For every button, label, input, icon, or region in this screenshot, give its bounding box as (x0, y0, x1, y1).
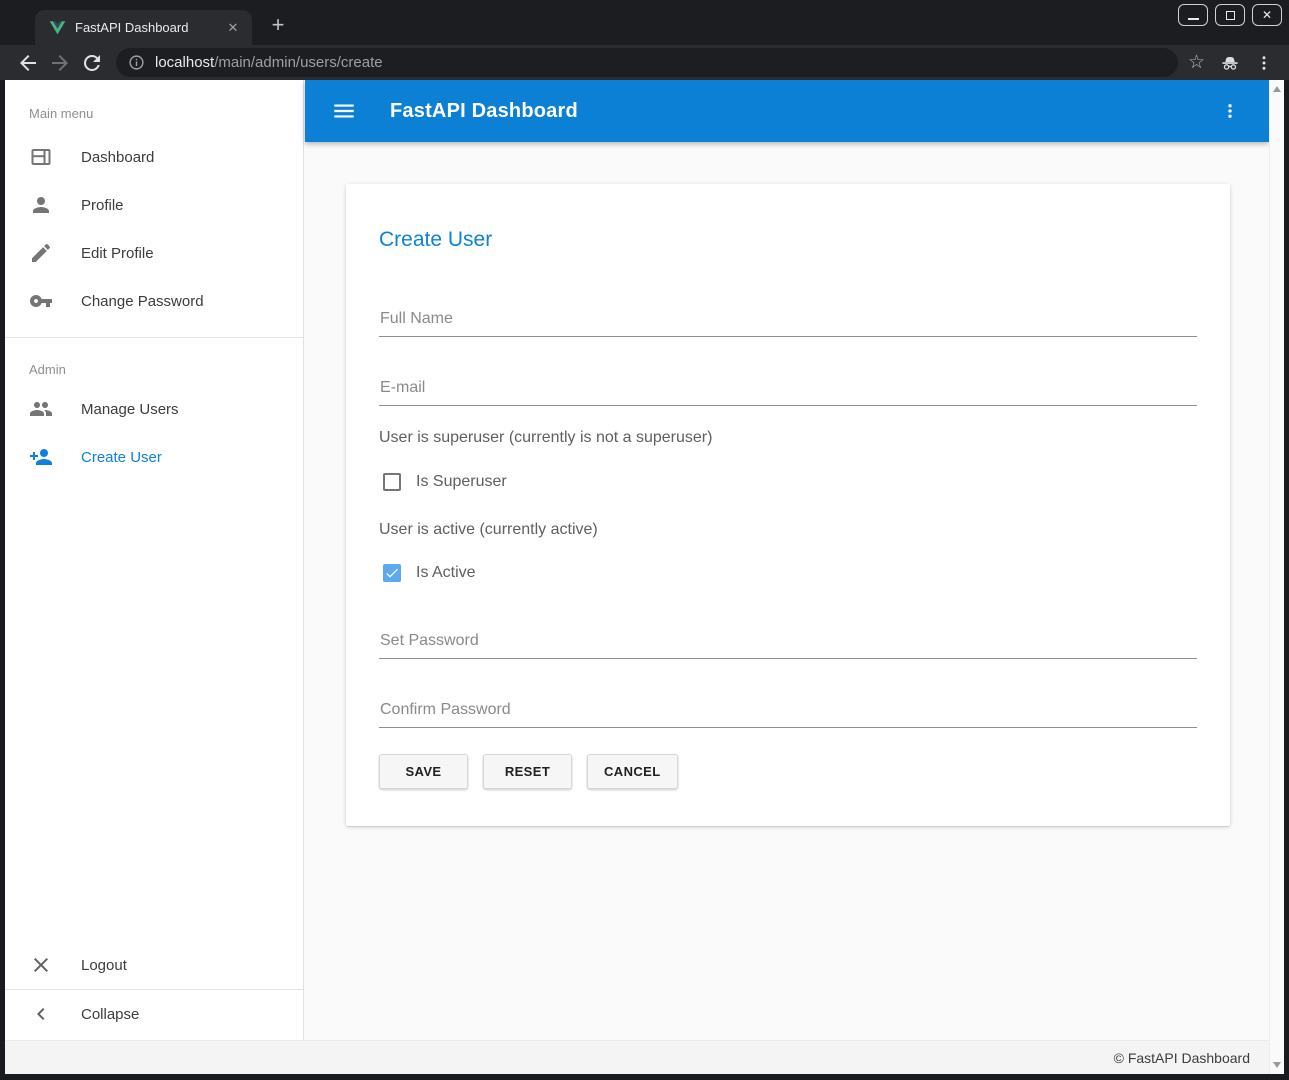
form-actions: SAVE RESET CANCEL (379, 754, 1197, 789)
confirm-password-field-wrap (379, 701, 1197, 728)
card-title: Create User (379, 184, 1197, 252)
sidebar-section-main-menu: Main menu (5, 80, 303, 133)
app-overflow-menu-icon[interactable] (1221, 101, 1239, 121)
key-icon (29, 289, 53, 313)
sidebar-item-label: Manage Users (81, 401, 179, 418)
sidebar-item-label: Edit Profile (81, 245, 154, 262)
window-controls: ✕ (1178, 4, 1282, 26)
person-add-icon (29, 445, 53, 469)
sidebar-section-admin: Admin (5, 338, 303, 385)
scrollbar-down-arrow[interactable] (1273, 1062, 1281, 1068)
cancel-button[interactable]: CANCEL (587, 754, 678, 789)
window-maximize-button[interactable] (1215, 4, 1245, 26)
full-name-field-wrap (379, 310, 1197, 337)
sidebar-item-dashboard[interactable]: Dashboard (5, 133, 303, 181)
incognito-icon (1219, 52, 1241, 74)
url-host: localhost (155, 54, 214, 71)
confirm-password-input[interactable] (379, 701, 1197, 728)
app-title: FastAPI Dashboard (390, 100, 578, 123)
sidebar-item-label: Collapse (81, 1006, 139, 1023)
email-field-wrap (379, 379, 1197, 406)
window-close-button[interactable]: ✕ (1252, 4, 1282, 26)
email-input[interactable] (379, 379, 1197, 406)
url-text: localhost/main/admin/users/create (155, 54, 383, 71)
sidebar-item-manage-users[interactable]: Manage Users (5, 385, 303, 433)
save-button[interactable]: SAVE (379, 754, 468, 789)
toolbar-actions: ☆ (1188, 52, 1273, 74)
hamburger-menu-icon[interactable] (331, 98, 357, 124)
superuser-checkbox[interactable] (383, 473, 401, 491)
tab-close-icon[interactable]: ✕ (224, 19, 242, 37)
sidebar-item-change-password[interactable]: Change Password (5, 277, 303, 325)
browser-window: FastAPI Dashboard ✕ + ✕ localhost/main/a… (0, 0, 1289, 1080)
back-icon[interactable] (16, 51, 40, 75)
sidebar-bottom: Logout Collapse (5, 941, 303, 1038)
url-path: /main/admin/users/create (214, 54, 382, 71)
sidebar: Main menu Dashboard Profile E (5, 80, 304, 1040)
sidebar-item-label: Logout (81, 957, 127, 974)
browser-tab-bar: FastAPI Dashboard ✕ + ✕ (0, 0, 1289, 45)
set-password-field-wrap (379, 632, 1197, 659)
close-icon (29, 953, 53, 977)
set-password-input[interactable] (379, 632, 1197, 659)
active-checkbox[interactable] (383, 564, 401, 582)
reload-icon[interactable] (80, 51, 104, 75)
full-name-input[interactable] (379, 310, 1197, 337)
dashboard-icon (29, 145, 53, 169)
tab-title: FastAPI Dashboard (75, 20, 224, 35)
sidebar-item-label: Change Password (81, 293, 204, 310)
sidebar-item-logout[interactable]: Logout (5, 941, 303, 989)
person-icon (29, 193, 53, 217)
bookmark-star-icon[interactable]: ☆ (1188, 53, 1205, 72)
pencil-icon (29, 241, 53, 265)
sidebar-item-label: Dashboard (81, 149, 154, 166)
new-tab-button[interactable]: + (264, 12, 292, 40)
superuser-checkbox-label: Is Superuser (416, 473, 507, 491)
browser-tab[interactable]: FastAPI Dashboard ✕ (35, 10, 252, 45)
sidebar-item-label: Create User (81, 449, 162, 466)
sidebar-item-collapse[interactable]: Collapse (5, 990, 303, 1038)
address-bar[interactable]: localhost/main/admin/users/create (116, 48, 1178, 77)
page-footer: © FastAPI Dashboard (5, 1040, 1284, 1074)
scrollbar[interactable] (1269, 80, 1284, 1074)
sidebar-item-profile[interactable]: Profile (5, 181, 303, 229)
window-minimize-button[interactable] (1178, 4, 1208, 26)
active-hint: User is active (currently active) (379, 521, 1197, 539)
sidebar-item-label: Profile (81, 197, 124, 214)
sidebar-item-edit-profile[interactable]: Edit Profile (5, 229, 303, 277)
page: Main menu Dashboard Profile E (5, 80, 1284, 1074)
sidebar-item-create-user[interactable]: Create User (5, 433, 303, 481)
copyright-text: © FastAPI Dashboard (1114, 1050, 1250, 1066)
active-checkbox-row[interactable]: Is Active (379, 564, 1197, 582)
group-icon (29, 397, 53, 421)
create-user-card: Create User User is superuser (currently… (346, 184, 1230, 826)
reset-button[interactable]: RESET (483, 754, 572, 789)
superuser-hint: User is superuser (currently is not a su… (379, 429, 1197, 447)
scrollbar-up-arrow[interactable] (1273, 86, 1281, 92)
superuser-checkbox-row[interactable]: Is Superuser (379, 473, 1197, 491)
app-bar: FastAPI Dashboard (305, 80, 1269, 142)
browser-toolbar: localhost/main/admin/users/create ☆ (0, 45, 1289, 80)
main-area: FastAPI Dashboard Create User User is su… (305, 80, 1269, 1074)
browser-menu-icon[interactable] (1255, 54, 1273, 72)
checkmark-icon (384, 565, 400, 581)
active-checkbox-label: Is Active (416, 564, 476, 582)
forward-icon[interactable] (48, 51, 72, 75)
vue-logo-icon (49, 20, 66, 36)
chevron-left-icon (29, 1002, 53, 1026)
site-info-icon[interactable] (128, 54, 145, 71)
content-area: Create User User is superuser (currently… (305, 142, 1269, 1040)
